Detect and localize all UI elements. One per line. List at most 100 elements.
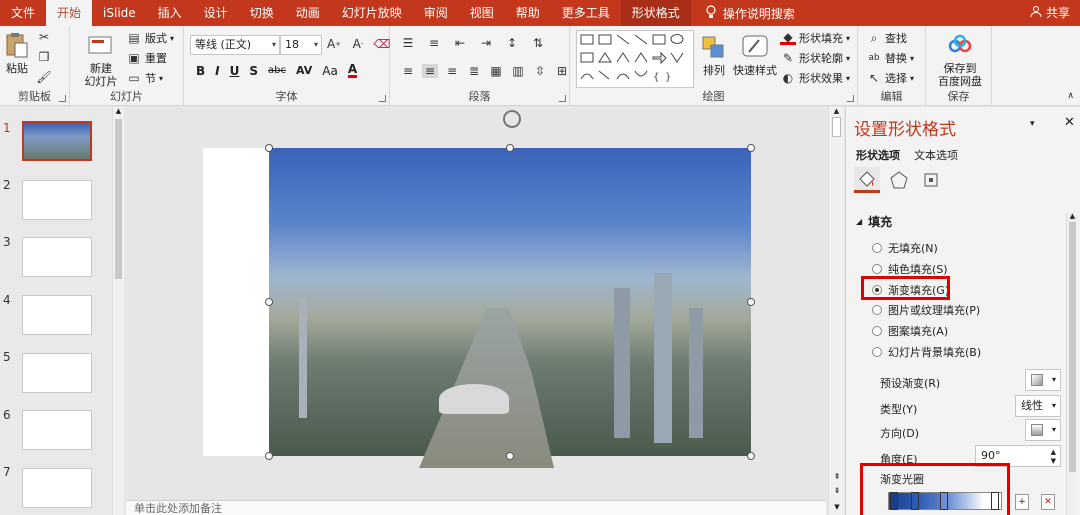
size-properties-icon[interactable] (918, 167, 944, 193)
new-slide-button[interactable]: 新建 幻灯片 (78, 30, 124, 88)
text-direction-icon[interactable]: ⇅ (530, 36, 546, 50)
pane-options-chevron-icon[interactable]: ▾ (1030, 119, 1035, 129)
clear-format-icon[interactable]: ⌫ (374, 37, 391, 51)
spinner-arrows-icon[interactable]: ▲ ▼ (1051, 448, 1056, 466)
align-right-icon[interactable]: ≡ (444, 64, 460, 78)
gradient-stop-handle[interactable] (991, 492, 999, 510)
align-text-icon[interactable]: ⇳ (532, 64, 548, 78)
copy-button[interactable]: ❐ (36, 50, 52, 64)
italic-button[interactable]: I (215, 64, 219, 78)
numbering-icon[interactable]: ≡ (426, 36, 442, 50)
tab-shape-format[interactable]: 形状格式 (620, 0, 691, 26)
slide-thumbnail[interactable] (22, 295, 92, 335)
change-case-button[interactable]: Aa (322, 64, 338, 78)
pane-scrollbar[interactable]: ▲ (1066, 212, 1078, 515)
city-photo[interactable] (269, 148, 751, 468)
shape-effects-button[interactable]: ◐ 形状效果 ▾ (780, 70, 850, 86)
columns-icon[interactable]: ▥ (510, 64, 526, 78)
font-name-combo[interactable]: 等线 (正文) ▾ (190, 35, 280, 55)
section-button[interactable]: ▭ 节 ▾ (126, 70, 163, 86)
tab-file[interactable]: 文件 (0, 0, 46, 26)
font-color-button[interactable]: A (347, 63, 358, 78)
close-icon[interactable]: ✕ (1064, 115, 1075, 130)
align-center-icon[interactable]: ≡ (422, 64, 438, 78)
shape-outline-button[interactable]: ✎ 形状轮廓 ▾ (780, 50, 850, 66)
justify-icon[interactable]: ≣ (466, 64, 482, 78)
tab-text-options[interactable]: 文本选项 (914, 147, 958, 163)
drawing-launcher-icon[interactable] (847, 95, 854, 102)
canvas-scrollbar[interactable]: ▲ ⇞ ⇟ ▼ (828, 107, 844, 515)
slide-thumbnail[interactable] (22, 468, 92, 508)
layout-button[interactable]: ▤ 版式 ▾ (126, 30, 174, 46)
quick-styles-button-visible[interactable]: 快速样式 (732, 32, 778, 77)
find-button[interactable]: ⌕ 查找 (866, 30, 907, 46)
smartart-icon[interactable]: ⊞ (554, 64, 570, 78)
radio-slide-background-fill[interactable]: 幻灯片背景填充(B) (872, 344, 981, 360)
tab-slideshow[interactable]: 幻灯片放映 (331, 0, 413, 26)
save-to-baidu-button[interactable]: 保存到 百度网盘 (934, 30, 986, 88)
scrollbar-thumb[interactable] (832, 117, 841, 137)
resize-handle[interactable] (747, 452, 755, 460)
radio-pattern-fill[interactable]: 图案填充(A) (872, 323, 948, 339)
resize-handle[interactable] (265, 144, 273, 152)
resize-handle[interactable] (265, 452, 273, 460)
tab-review[interactable]: 审阅 (413, 0, 459, 26)
slide-thumbnail[interactable] (22, 410, 92, 450)
slide-thumbnail[interactable] (22, 353, 92, 393)
gradient-stop-handle[interactable] (890, 492, 898, 510)
add-gradient-stop-icon[interactable]: + (1015, 494, 1029, 510)
prev-slide-icon[interactable]: ⇞ (829, 472, 845, 481)
grow-font-icon[interactable]: A + (326, 37, 342, 51)
font-launcher-icon[interactable] (379, 95, 386, 102)
gradient-stop-handle[interactable] (911, 492, 919, 510)
type-dropdown[interactable]: 线性 ▾ (1015, 395, 1061, 417)
thumbnails-scrollbar[interactable]: ▲ (112, 107, 124, 515)
clipboard-launcher-icon[interactable] (59, 95, 66, 102)
direction-dropdown[interactable]: ▾ (1025, 419, 1061, 441)
cut-button[interactable]: ✂ (36, 30, 52, 44)
remove-gradient-stop-icon[interactable]: ✕ (1041, 494, 1055, 510)
scrollbar-thumb[interactable] (1069, 222, 1076, 472)
tab-more-tools[interactable]: 更多工具 (551, 0, 621, 26)
slide-thumbnail[interactable] (22, 180, 92, 220)
tab-insert[interactable]: 插入 (147, 0, 193, 26)
tab-help[interactable]: 帮助 (505, 0, 551, 26)
scroll-up-icon[interactable]: ▲ (113, 107, 124, 115)
radio-solid-fill[interactable]: 纯色填充(S) (872, 261, 948, 277)
arrange-button[interactable]: 排列 (698, 32, 730, 77)
tab-view[interactable]: 视图 (459, 0, 505, 26)
resize-handle[interactable] (747, 144, 755, 152)
bold-button[interactable]: B (196, 64, 205, 78)
replace-button[interactable]: ab 替换 ▾ (866, 50, 914, 66)
tab-home[interactable]: 开始 (46, 0, 93, 26)
paragraph-launcher-icon[interactable] (559, 95, 566, 102)
preset-gradient-dropdown[interactable]: ▾ (1025, 369, 1061, 391)
rotate-handle-icon[interactable] (503, 110, 521, 128)
collapse-ribbon-icon[interactable]: ∧ (1067, 91, 1074, 101)
scroll-up-icon[interactable]: ▲ (1067, 212, 1078, 220)
resize-handle[interactable] (265, 298, 273, 306)
shrink-font-icon[interactable]: A- (350, 37, 366, 51)
slide-thumbnail[interactable] (22, 237, 92, 277)
effects-pentagon-icon[interactable] (886, 167, 912, 193)
paste-button[interactable]: 粘贴 (4, 30, 30, 75)
select-button[interactable]: ↖ 选择 ▾ (866, 70, 914, 86)
resize-handle[interactable] (506, 144, 514, 152)
share-button[interactable]: 共享 (1030, 0, 1070, 26)
resize-handle[interactable] (747, 298, 755, 306)
tab-animations[interactable]: 动画 (285, 0, 331, 26)
decrease-indent-icon[interactable]: ⇤ (452, 36, 468, 50)
gradient-stop-handle[interactable] (940, 492, 948, 510)
shapes-gallery[interactable]: {} (576, 30, 694, 88)
distributed-icon[interactable]: ▦ (488, 64, 504, 78)
tab-shape-options[interactable]: 形状选项 (856, 147, 900, 163)
slide-thumbnail[interactable] (22, 121, 92, 161)
tab-design[interactable]: 设计 (193, 0, 239, 26)
fill-section-header[interactable]: ◢ 填充 (856, 213, 892, 230)
shape-fill-button[interactable]: ◆ 形状填充 ▾ (780, 30, 850, 46)
notes-pane[interactable]: 单击此处添加备注 (126, 500, 826, 515)
tab-transitions[interactable]: 切换 (239, 0, 285, 26)
line-spacing-icon[interactable]: ↕ (504, 36, 520, 50)
next-slide-icon[interactable]: ⇟ (829, 486, 845, 495)
format-painter-button[interactable]: 🖌 (36, 70, 52, 84)
